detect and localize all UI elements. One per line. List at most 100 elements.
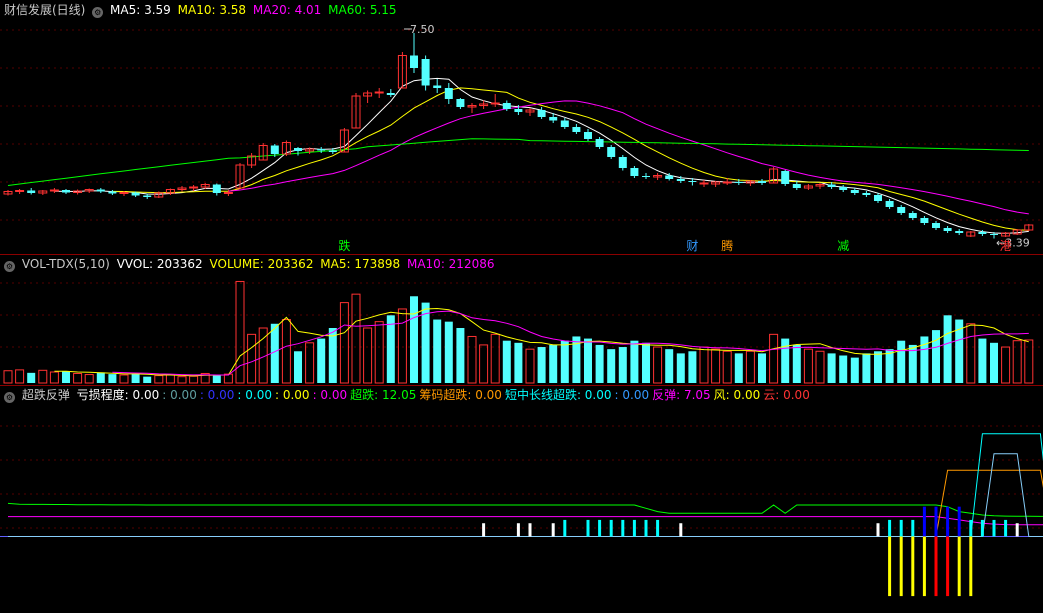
volume-bar	[966, 323, 976, 384]
volume-title[interactable]: VOL-TDX(5,10)	[22, 257, 110, 271]
settings-icon[interactable]: ⚙	[92, 7, 104, 18]
price-chart[interactable]: 7.50←3.39跌财腾减港	[0, 0, 1043, 254]
volume-bar	[1024, 339, 1034, 384]
volume-bar	[642, 342, 650, 383]
indicator-label-5: : 0.00	[312, 388, 348, 402]
candle-body	[758, 181, 766, 183]
volume-bar	[143, 376, 152, 383]
candle-body	[410, 55, 418, 68]
candle-body	[839, 187, 848, 190]
candle-body	[108, 191, 117, 194]
volume-bar	[62, 371, 70, 383]
price-title[interactable]: 财信发展(日线)	[4, 3, 85, 17]
candle-body	[27, 190, 36, 193]
volume-bar	[653, 346, 663, 384]
indicator-label-11: 风: 0.00	[713, 388, 761, 402]
candle-body	[328, 150, 337, 152]
indicator-series-0	[7, 502, 1043, 517]
volume-panel: ⚙ VOL-TDX(5,10) VVOL: 203362 VOLUME: 203…	[0, 255, 1043, 385]
volume-bar	[665, 349, 674, 383]
candle-body	[584, 132, 592, 139]
volume-bar	[73, 372, 83, 384]
candle-body	[885, 201, 894, 207]
candle-body	[456, 99, 465, 107]
volume-bar	[96, 372, 105, 383]
volume-bar	[978, 338, 987, 383]
volume-bar	[490, 333, 500, 384]
indicator-panel: ⚙ 超跌反弹 亏损程度: 0.00: 0.00: 0.00: 0.00: 0.0…	[0, 386, 1043, 613]
candle-body	[212, 184, 221, 193]
volume-bar	[374, 321, 384, 384]
volume-bar	[479, 344, 489, 384]
volume-bar	[165, 374, 175, 384]
ma60-label: MA60: 5.15	[328, 3, 397, 17]
volume-legend: ⚙ VOL-TDX(5,10) VVOL: 203362 VOLUME: 203…	[4, 256, 497, 272]
volume-bar	[108, 374, 117, 383]
event-marker: 港	[1000, 239, 1012, 253]
price-panel: 财信发展(日线) ⚙ MA5: 3.59 MA10: 3.58 MA20: 4.…	[0, 0, 1043, 254]
indicator-chart[interactable]	[0, 386, 1043, 613]
high-price-label: 7.50	[410, 23, 435, 36]
candle-body	[537, 110, 546, 117]
candle-body	[908, 213, 917, 218]
indicator-legend: ⚙ 超跌反弹 亏损程度: 0.00: 0.00: 0.00: 0.00: 0.0…	[4, 387, 813, 403]
candle-body	[595, 139, 604, 147]
volume-bar	[792, 344, 801, 383]
candle-body	[722, 181, 732, 184]
candle-body	[688, 181, 697, 182]
candle-body	[850, 190, 859, 193]
volume-bar	[49, 371, 59, 384]
volume-bar	[247, 333, 257, 384]
ma-line-5	[54, 77, 1029, 234]
indicator-title[interactable]: 超跌反弹	[22, 388, 70, 402]
volume-bar	[154, 375, 164, 384]
volume-chart[interactable]	[0, 255, 1043, 385]
indicator-label-0: 亏损程度: 0.00	[76, 388, 160, 402]
candle-body	[549, 117, 558, 121]
volume-bar	[38, 369, 48, 384]
candle-body	[699, 182, 709, 185]
indicator-label-6: 超跌: 12.05	[350, 388, 417, 402]
settings-icon[interactable]: ⚙	[4, 392, 15, 403]
indicator-label-12: 云: 0.00	[763, 388, 810, 402]
volume-bar	[850, 357, 859, 383]
indicator-series-1	[8, 516, 1043, 526]
volume-bar	[549, 344, 558, 383]
volume-bar	[514, 342, 523, 383]
volume-bar	[3, 370, 13, 384]
volume-bar	[15, 369, 25, 384]
candle-body	[433, 85, 442, 88]
indicator-label-1: : 0.00	[162, 388, 197, 402]
candle-body	[990, 234, 998, 235]
candle-body	[792, 184, 801, 188]
volume-bar	[131, 373, 140, 383]
volume-bar	[189, 375, 199, 384]
volume-bar	[27, 372, 36, 383]
volume-bar	[339, 302, 349, 384]
volume-bar	[84, 374, 94, 384]
volume-bar	[618, 347, 627, 383]
volume-bar	[630, 340, 639, 383]
ma-line-60	[7, 138, 1029, 186]
ma10-label: MA10: 3.58	[177, 3, 247, 17]
volume-bar	[745, 350, 755, 384]
volume-bar	[294, 351, 302, 383]
volume-bar	[595, 344, 604, 383]
volume-bar	[212, 374, 221, 383]
candle-body	[386, 93, 395, 95]
candle-body	[96, 189, 105, 192]
candle-body	[514, 109, 523, 112]
candle-body	[572, 127, 581, 132]
settings-icon[interactable]: ⚙	[4, 261, 15, 272]
indicator-label-8: 短中长线超跌: 0.00	[504, 388, 612, 402]
volume-bar	[815, 350, 825, 384]
candle-body	[827, 184, 836, 187]
candle-body	[560, 120, 569, 127]
volume-bar	[990, 342, 998, 383]
candle-body	[62, 190, 70, 193]
indicator-label-4: : 0.00	[274, 388, 310, 402]
volume-bar	[1001, 346, 1011, 384]
volume-bar	[433, 319, 442, 383]
volume-bar	[688, 351, 697, 383]
candle-body	[665, 175, 674, 179]
